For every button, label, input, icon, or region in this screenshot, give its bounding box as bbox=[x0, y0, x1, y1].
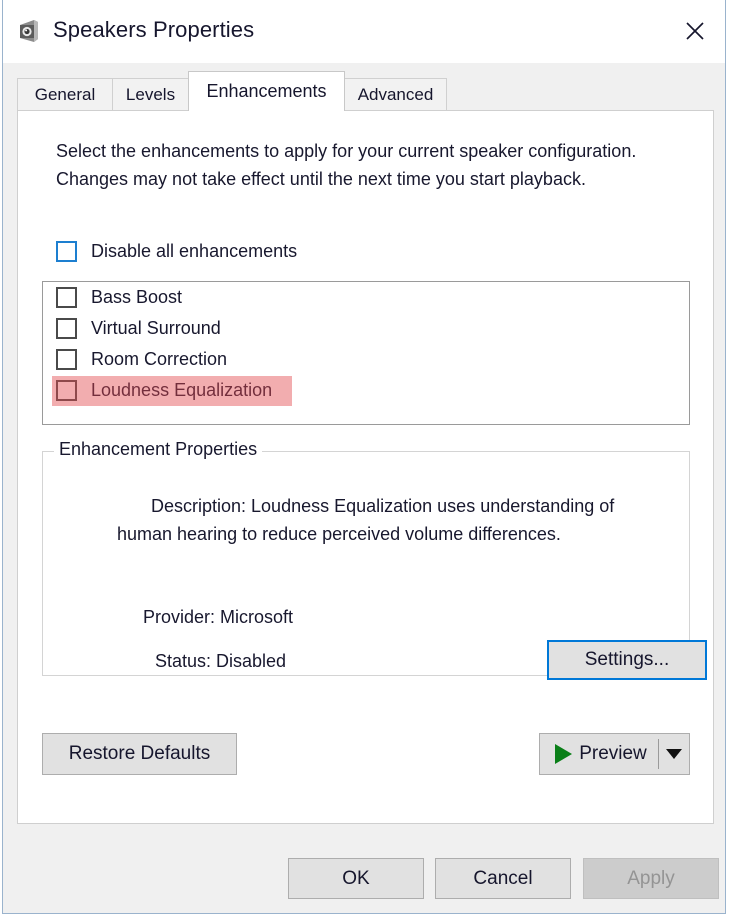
preview-label: Preview bbox=[579, 743, 647, 765]
list-item-label: Virtual Surround bbox=[91, 318, 221, 339]
group-legend: Enhancement Properties bbox=[54, 439, 262, 460]
list-item-label: Loudness Equalization bbox=[91, 380, 272, 401]
list-item-selected[interactable]: Loudness Equalization bbox=[43, 375, 689, 406]
enhancements-panel: Select the enhancements to apply for you… bbox=[17, 110, 714, 824]
status-text: Status: Disabled bbox=[155, 651, 286, 672]
speakers-properties-dialog: Speakers Properties General Levels Enhan… bbox=[2, 0, 726, 914]
restore-defaults-button[interactable]: Restore Defaults bbox=[42, 733, 237, 775]
checkbox-box-icon[interactable] bbox=[56, 287, 77, 308]
preview-dropdown-button[interactable] bbox=[659, 734, 689, 774]
tab-strip: General Levels Enhancements Advanced bbox=[3, 63, 725, 111]
enhancements-list[interactable]: Bass Boost Virtual Surround Room Correct… bbox=[42, 281, 690, 425]
checkbox-box-icon[interactable] bbox=[56, 349, 77, 370]
caret-down-icon bbox=[666, 749, 682, 759]
tab-enhancements[interactable]: Enhancements bbox=[188, 71, 345, 111]
tab-general[interactable]: General bbox=[17, 78, 113, 111]
list-item[interactable]: Room Correction bbox=[43, 344, 689, 375]
play-triangle-icon bbox=[555, 744, 572, 764]
checkbox-box-icon bbox=[56, 241, 77, 262]
description-text: Description: Loudness Equalization uses … bbox=[117, 492, 627, 548]
list-item-label: Bass Boost bbox=[91, 287, 182, 308]
checkbox-box-icon[interactable] bbox=[56, 318, 77, 339]
title-bar: Speakers Properties bbox=[3, 0, 725, 64]
list-item-label: Room Correction bbox=[91, 349, 227, 370]
close-icon[interactable] bbox=[665, 0, 725, 62]
enhancement-properties-group: Enhancement Properties Description: Loud… bbox=[42, 451, 690, 676]
close-glyph bbox=[684, 20, 706, 42]
provider-text: Provider: Microsoft bbox=[143, 607, 293, 628]
apply-button: Apply bbox=[583, 858, 719, 899]
disable-all-enhancements-label: Disable all enhancements bbox=[91, 241, 297, 262]
list-item[interactable]: Bass Boost bbox=[43, 282, 689, 313]
disable-all-enhancements-checkbox[interactable]: Disable all enhancements bbox=[56, 241, 297, 262]
window-title: Speakers Properties bbox=[53, 17, 254, 43]
list-item[interactable]: Virtual Surround bbox=[43, 313, 689, 344]
checkbox-box-icon[interactable] bbox=[56, 380, 77, 401]
ok-button[interactable]: OK bbox=[288, 858, 424, 899]
preview-button[interactable]: Preview bbox=[540, 734, 658, 774]
tab-advanced[interactable]: Advanced bbox=[344, 78, 447, 111]
tab-levels[interactable]: Levels bbox=[112, 78, 189, 111]
preview-split-button[interactable]: Preview bbox=[539, 733, 690, 775]
intro-text: Select the enhancements to apply for you… bbox=[56, 137, 684, 193]
cancel-button[interactable]: Cancel bbox=[435, 858, 571, 899]
speaker-icon bbox=[16, 18, 42, 44]
settings-button[interactable]: Settings... bbox=[547, 640, 707, 680]
